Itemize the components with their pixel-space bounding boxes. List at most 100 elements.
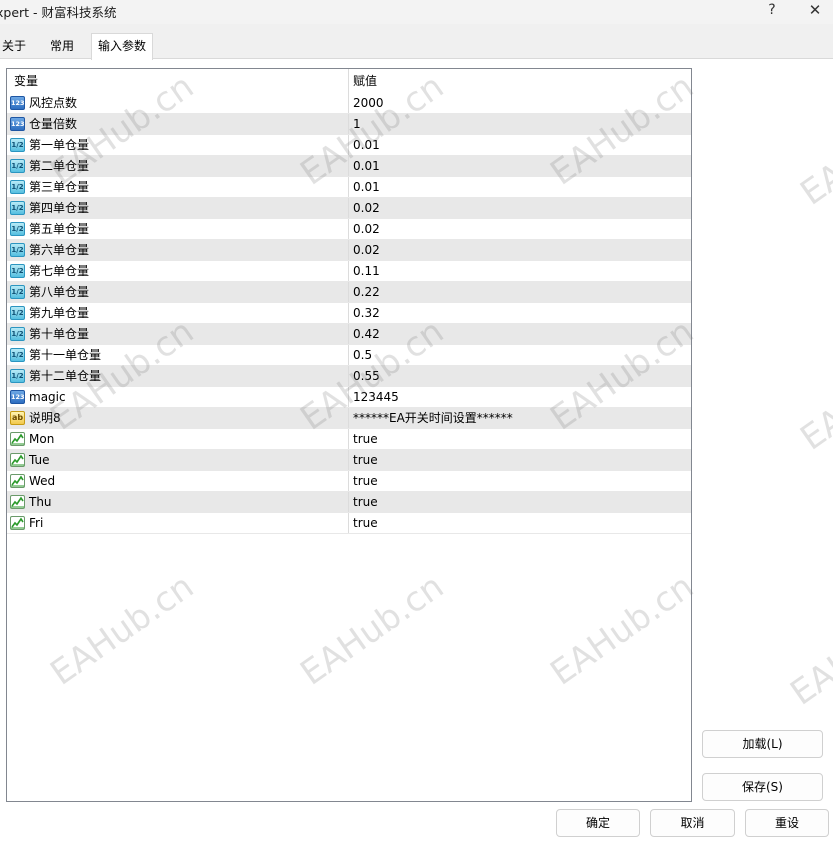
variable-name: 第四单仓量 xyxy=(29,201,90,215)
table-row[interactable]: 1/2 第一单仓量 0.01 xyxy=(7,135,691,156)
variable-cell: 1/2 第五单仓量 xyxy=(7,219,349,239)
value-cell[interactable]: true xyxy=(349,429,691,449)
double-icon: 1/2 xyxy=(10,348,25,362)
integer-icon: 123 xyxy=(10,96,25,110)
variable-cell: Wed xyxy=(7,471,349,491)
grid-header: 变量 赋值 xyxy=(7,69,691,93)
variable-cell: 1/2 第六单仓量 xyxy=(7,240,349,260)
variable-cell: 1/2 第四单仓量 xyxy=(7,198,349,218)
double-icon: 1/2 xyxy=(10,159,25,173)
tab-common[interactable]: 常用 xyxy=(44,35,80,58)
table-row[interactable]: 123 风控点数 2000 xyxy=(7,93,691,114)
variable-cell: Tue xyxy=(7,450,349,470)
variable-name: 第十二单仓量 xyxy=(29,369,102,383)
variable-cell: 1/2 第十单仓量 xyxy=(7,324,349,344)
table-row[interactable]: 1/2 第二单仓量 0.01 xyxy=(7,156,691,177)
value-cell[interactable]: 0.01 xyxy=(349,135,691,155)
variable-cell: 1/2 第十一单仓量 xyxy=(7,345,349,365)
variable-name: Wed xyxy=(29,474,56,488)
variable-name: 第三单仓量 xyxy=(29,180,90,194)
table-row[interactable]: 1/2 第九单仓量 0.32 xyxy=(7,303,691,324)
variable-name: 第一单仓量 xyxy=(29,138,90,152)
table-row[interactable]: Thu true xyxy=(7,492,691,513)
variable-name: 第九单仓量 xyxy=(29,306,90,320)
value-cell[interactable]: 0.42 xyxy=(349,324,691,344)
value-cell[interactable]: 0.01 xyxy=(349,177,691,197)
value-cell[interactable]: 0.02 xyxy=(349,240,691,260)
double-icon: 1/2 xyxy=(10,285,25,299)
variable-cell: 1/2 第三单仓量 xyxy=(7,177,349,197)
grid-rows: 123 风控点数 2000 123 仓量倍数 1 1/2 第一单仓量 0.01 1/2 第二单仓量 0… xyxy=(7,93,691,534)
variable-cell: ab 说明8 xyxy=(7,408,349,428)
close-button[interactable]: ✕ xyxy=(795,0,833,22)
table-row[interactable]: 123 magic 123445 xyxy=(7,387,691,408)
variable-cell: 1/2 第二单仓量 xyxy=(7,156,349,176)
table-row[interactable]: 1/2 第十单仓量 0.42 xyxy=(7,324,691,345)
value-cell[interactable]: true xyxy=(349,471,691,491)
variable-name: Fri xyxy=(29,516,44,530)
variable-cell: 1/2 第一单仓量 xyxy=(7,135,349,155)
table-row[interactable]: 1/2 第十二单仓量 0.55 xyxy=(7,366,691,387)
value-cell[interactable]: 1 xyxy=(349,114,691,134)
table-row[interactable]: 1/2 第十一单仓量 0.5 xyxy=(7,345,691,366)
cancel-button[interactable]: 取消 xyxy=(650,809,735,837)
double-icon: 1/2 xyxy=(10,138,25,152)
variable-name: Mon xyxy=(29,432,55,446)
table-row[interactable]: Wed true xyxy=(7,471,691,492)
variable-name: 第十单仓量 xyxy=(29,327,90,341)
close-icon: ✕ xyxy=(808,1,822,19)
value-cell[interactable]: 0.22 xyxy=(349,282,691,302)
value-cell[interactable]: 2000 xyxy=(349,93,691,113)
table-row[interactable]: 1/2 第五单仓量 0.02 xyxy=(7,219,691,240)
value-cell[interactable]: 0.01 xyxy=(349,156,691,176)
value-cell[interactable]: true xyxy=(349,513,691,533)
value-cell[interactable]: true xyxy=(349,450,691,470)
column-header-variable[interactable]: 变量 xyxy=(7,69,349,93)
reset-button[interactable]: 重设 xyxy=(745,809,829,837)
variable-cell: 123 magic xyxy=(7,387,349,407)
value-cell[interactable]: 0.5 xyxy=(349,345,691,365)
variable-name: Thu xyxy=(29,495,52,509)
save-button[interactable]: 保存(S) xyxy=(702,773,823,801)
variable-name: 第五单仓量 xyxy=(29,222,90,236)
value-cell[interactable]: 0.11 xyxy=(349,261,691,281)
table-row[interactable]: ab 说明8 ******EA开关时间设置****** xyxy=(7,408,691,429)
table-row[interactable]: 1/2 第四单仓量 0.02 xyxy=(7,198,691,219)
bool-icon xyxy=(10,516,25,530)
tab-inputs[interactable]: 输入参数 xyxy=(91,33,154,60)
double-icon: 1/2 xyxy=(10,222,25,236)
ok-button[interactable]: 确定 xyxy=(556,809,640,837)
table-row[interactable]: 1/2 第七单仓量 0.11 xyxy=(7,261,691,282)
parameters-grid[interactable]: 变量 赋值 123 风控点数 2000 123 仓量倍数 1 1/2 第一单仓量 0.01 1/2… xyxy=(6,68,692,802)
variable-name: Tue xyxy=(29,453,50,467)
value-cell[interactable]: 0.02 xyxy=(349,198,691,218)
value-cell[interactable]: 0.32 xyxy=(349,303,691,323)
variable-name: 说明8 xyxy=(29,411,61,425)
variable-name: 第二单仓量 xyxy=(29,159,90,173)
help-icon: ? xyxy=(768,2,776,18)
table-row[interactable]: Tue true xyxy=(7,450,691,471)
variable-name: magic xyxy=(29,390,66,404)
load-button[interactable]: 加载(L) xyxy=(702,730,823,758)
value-cell[interactable]: 0.55 xyxy=(349,366,691,386)
value-cell[interactable]: true xyxy=(349,492,691,512)
variable-cell: 1/2 第十二单仓量 xyxy=(7,366,349,386)
table-row[interactable]: 1/2 第六单仓量 0.02 xyxy=(7,240,691,261)
integer-icon: 123 xyxy=(10,117,25,131)
variable-name: 第八单仓量 xyxy=(29,285,90,299)
value-cell[interactable]: ******EA开关时间设置****** xyxy=(349,408,691,428)
tab-about[interactable]: 关于 xyxy=(0,35,32,58)
help-button[interactable]: ? xyxy=(752,0,792,22)
bool-icon xyxy=(10,453,25,467)
table-row[interactable]: Fri true xyxy=(7,513,691,534)
variable-cell: Fri xyxy=(7,513,349,533)
table-row[interactable]: Mon true xyxy=(7,429,691,450)
column-header-value[interactable]: 赋值 xyxy=(349,69,691,93)
value-cell[interactable]: 123445 xyxy=(349,387,691,407)
double-icon: 1/2 xyxy=(10,369,25,383)
table-row[interactable]: 1/2 第三单仓量 0.01 xyxy=(7,177,691,198)
variable-cell: 1/2 第九单仓量 xyxy=(7,303,349,323)
value-cell[interactable]: 0.02 xyxy=(349,219,691,239)
table-row[interactable]: 1/2 第八单仓量 0.22 xyxy=(7,282,691,303)
table-row[interactable]: 123 仓量倍数 1 xyxy=(7,114,691,135)
